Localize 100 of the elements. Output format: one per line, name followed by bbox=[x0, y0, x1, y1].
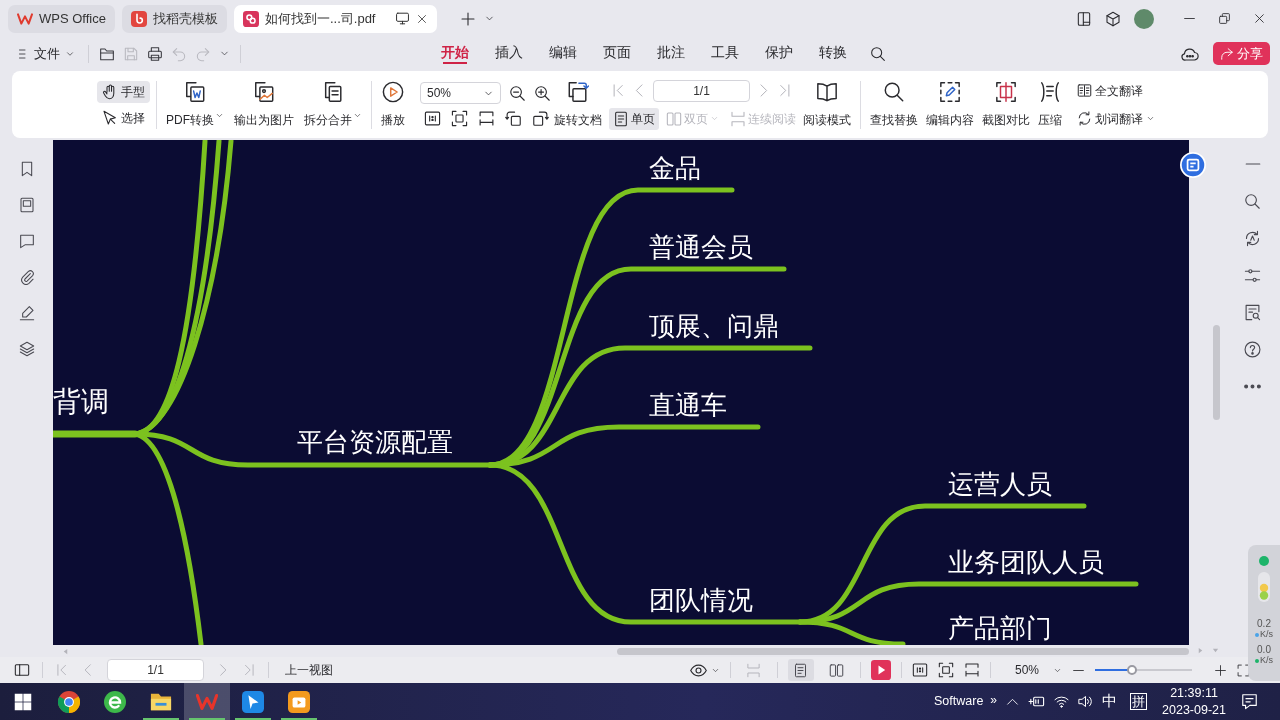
topic-label: 背调 bbox=[53, 386, 109, 419]
two-page-icon bbox=[829, 662, 845, 678]
rotate-document-button[interactable]: 旋转文档 bbox=[551, 74, 605, 135]
rotate-right-icon[interactable] bbox=[532, 110, 549, 127]
rotate-left-icon[interactable] bbox=[505, 110, 522, 127]
search-icon[interactable] bbox=[869, 45, 886, 62]
page-layout-button[interactable] bbox=[787, 659, 814, 681]
slider-thumb[interactable] bbox=[1126, 665, 1137, 675]
ribbon-tab[interactable]: 编辑 bbox=[535, 37, 590, 70]
caret-icon bbox=[1146, 114, 1155, 123]
slideshow-icon[interactable] bbox=[870, 660, 891, 680]
find-replace-button[interactable]: 查找替换 bbox=[867, 74, 921, 135]
ribbon-tab[interactable]: 保护 bbox=[751, 37, 806, 70]
document-search-icon[interactable] bbox=[1244, 304, 1261, 321]
plus-icon[interactable] bbox=[460, 10, 477, 27]
zoom-in-icon[interactable] bbox=[1214, 663, 1227, 677]
previous-view-button[interactable]: 上一视图 bbox=[285, 661, 333, 679]
restore-icon[interactable] bbox=[1218, 12, 1231, 25]
file-menu[interactable]: 文件 bbox=[14, 40, 78, 67]
tile-logo-icon bbox=[130, 10, 147, 27]
wifi-icon[interactable] bbox=[1054, 694, 1070, 709]
zoom-in-icon[interactable] bbox=[534, 84, 551, 102]
split-view-icon[interactable] bbox=[1076, 10, 1092, 27]
ribbon-tab[interactable]: 转换 bbox=[805, 37, 860, 70]
sliders-icon[interactable] bbox=[1244, 267, 1261, 284]
fit-width-icon[interactable] bbox=[478, 110, 495, 127]
edit-content-button[interactable]: 编辑内容 bbox=[923, 74, 977, 135]
input-mode-label[interactable]: 中 bbox=[1102, 690, 1118, 713]
actual-size-icon[interactable] bbox=[911, 662, 928, 678]
monitor-icon[interactable] bbox=[395, 11, 411, 26]
continuous-icon bbox=[746, 662, 762, 678]
actual-size-icon[interactable] bbox=[424, 110, 441, 127]
signature-pen-icon[interactable] bbox=[18, 305, 35, 321]
thumbnail-icon[interactable] bbox=[18, 197, 35, 213]
single-page-button[interactable]: 单页 bbox=[609, 107, 659, 130]
single-page-icon bbox=[793, 662, 809, 678]
toolbar-expand-button[interactable]: » bbox=[990, 690, 998, 709]
export-image-button[interactable]: 输出为图片 bbox=[231, 74, 297, 135]
comment-icon[interactable] bbox=[18, 233, 35, 249]
topic-label: 产品部门 bbox=[948, 614, 1052, 644]
start-icon bbox=[14, 692, 32, 711]
ribbon-tab[interactable]: 插入 bbox=[481, 37, 536, 70]
search-icon[interactable] bbox=[1244, 193, 1261, 210]
folder-icon[interactable] bbox=[99, 45, 115, 62]
swap-arrows-icon bbox=[1077, 111, 1092, 126]
layers-icon[interactable] bbox=[18, 341, 35, 357]
close-icon[interactable] bbox=[416, 12, 429, 25]
share-button[interactable]: 分享 bbox=[1213, 42, 1270, 65]
document-tab[interactable]: WPS Office bbox=[8, 4, 115, 33]
document-tab[interactable]: 找稻壳模板 bbox=[121, 4, 227, 33]
reading-mode-button[interactable]: 阅读模式 bbox=[800, 74, 854, 135]
fit-page-icon[interactable] bbox=[937, 662, 954, 678]
compress-button[interactable]: 压缩 bbox=[1035, 74, 1065, 135]
sync-icon[interactable] bbox=[1244, 230, 1261, 247]
split-merge-button[interactable]: 拆分合并 bbox=[301, 74, 365, 135]
ribbon-tab[interactable]: 工具 bbox=[697, 37, 752, 70]
full-translate-button[interactable]: 全文翻译 bbox=[1077, 79, 1155, 102]
paperclip-icon[interactable] bbox=[18, 269, 35, 285]
scrollbar-thumb[interactable] bbox=[617, 647, 1189, 655]
zoom-select[interactable]: 50% bbox=[420, 82, 501, 104]
scrollbar-thumb[interactable] bbox=[1213, 325, 1220, 420]
search-icon bbox=[883, 80, 905, 103]
notification-icon[interactable] bbox=[1241, 693, 1258, 710]
edit-icon bbox=[939, 80, 961, 103]
upload-speed: 0.2 bbox=[1257, 618, 1271, 629]
sidebar-toggle-icon[interactable] bbox=[14, 662, 30, 678]
translate-icon bbox=[1077, 83, 1092, 98]
screenshot-compare-button[interactable]: 截图对比 bbox=[979, 74, 1033, 135]
close-icon[interactable] bbox=[1253, 12, 1266, 25]
page-number-field[interactable]: 1/1 bbox=[653, 79, 750, 102]
toolbar-label[interactable]: Software bbox=[934, 692, 984, 711]
document-tool-icon[interactable] bbox=[1180, 152, 1206, 178]
fullscreen-icon[interactable] bbox=[1237, 663, 1250, 677]
single-page-icon bbox=[613, 110, 629, 127]
hand-tool-button[interactable]: 手型 bbox=[97, 80, 150, 103]
ime-mode-button[interactable]: 拼 bbox=[1130, 693, 1148, 710]
select-tool-button[interactable]: 选择 bbox=[97, 106, 150, 129]
avatar-icon[interactable] bbox=[1134, 8, 1154, 29]
cube-icon[interactable] bbox=[1105, 10, 1121, 27]
word-translate-button[interactable]: 划词翻译 bbox=[1077, 107, 1155, 130]
fit-page-icon[interactable] bbox=[451, 110, 468, 127]
topic-label: 业务团队人员 bbox=[948, 548, 1104, 578]
zoom-out-icon[interactable] bbox=[509, 84, 526, 102]
clock-time[interactable]: 21:39:11 bbox=[1162, 684, 1226, 702]
compress-icon bbox=[1039, 80, 1061, 103]
rotate-page-icon bbox=[567, 80, 589, 103]
zoom-dropdown[interactable]: 50% bbox=[1014, 661, 1062, 679]
volume-icon[interactable] bbox=[1078, 694, 1094, 709]
play-button[interactable]: 播放 bbox=[378, 74, 408, 135]
dot-icon bbox=[1255, 632, 1259, 637]
document-tab[interactable]: 如何找到一...司.pdf bbox=[233, 4, 438, 33]
convert-icon bbox=[184, 80, 206, 103]
print-icon[interactable] bbox=[147, 45, 163, 62]
ribbon-tab[interactable]: 页面 bbox=[589, 37, 644, 70]
help-icon[interactable] bbox=[1244, 341, 1261, 358]
ribbon-tab[interactable]: 批注 bbox=[643, 37, 698, 70]
topic-label: 团队情况 bbox=[649, 586, 753, 616]
page-number-field[interactable]: 1/1 bbox=[107, 659, 204, 681]
pdf-convert-button[interactable]: PDF转换 bbox=[163, 74, 227, 135]
clock-date[interactable]: 2023-09-21 bbox=[1162, 701, 1226, 719]
